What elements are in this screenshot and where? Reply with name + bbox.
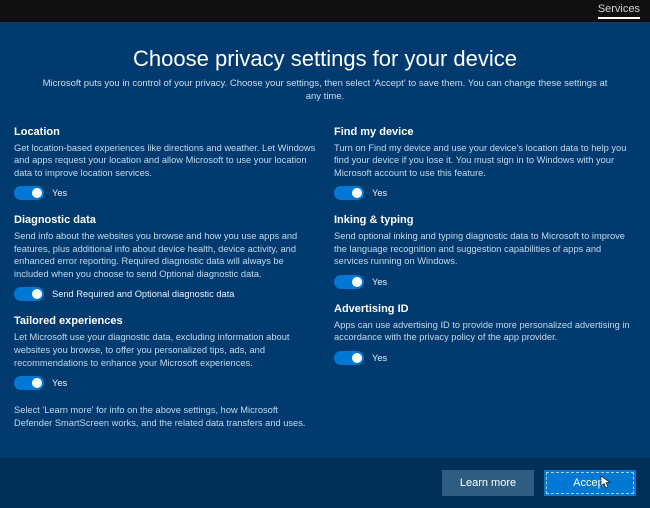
toggle-find-my-device[interactable] — [334, 186, 364, 200]
toggle-label: Yes — [372, 188, 387, 198]
footnote-text: Select 'Learn more' for info on the abov… — [14, 404, 316, 429]
topbar: Services — [0, 0, 650, 22]
toggle-knob — [32, 188, 42, 198]
toggle-tailored[interactable] — [14, 376, 44, 390]
toggle-label: Send Required and Optional diagnostic da… — [52, 289, 234, 299]
toggle-row: Yes — [334, 186, 636, 200]
setting-heading: Tailored experiences — [14, 315, 316, 327]
toggle-knob — [352, 353, 362, 363]
toggle-knob — [32, 378, 42, 388]
setting-heading: Location — [14, 126, 316, 138]
setting-diagnostic: Diagnostic data Send info about the webs… — [14, 214, 316, 301]
col-right: Find my device Turn on Find my device an… — [334, 126, 636, 430]
toggle-location[interactable] — [14, 186, 44, 200]
setting-find-my-device: Find my device Turn on Find my device an… — [334, 126, 636, 201]
toggle-knob — [32, 289, 42, 299]
toggle-knob — [352, 277, 362, 287]
toggle-row: Yes — [334, 275, 636, 289]
accept-button[interactable]: Accept — [544, 470, 636, 496]
setting-heading: Diagnostic data — [14, 214, 316, 226]
setting-heading: Find my device — [334, 126, 636, 138]
setting-desc: Let Microsoft use your diagnostic data, … — [14, 331, 316, 369]
toggle-row: Yes — [14, 186, 316, 200]
page-subtitle: Microsoft puts you in control of your pr… — [14, 78, 636, 104]
setting-heading: Advertising ID — [334, 303, 636, 315]
setting-desc: Apps can use advertising ID to provide m… — [334, 319, 636, 344]
col-left: Location Get location-based experiences … — [14, 126, 316, 430]
toggle-knob — [352, 188, 362, 198]
setting-advertising-id: Advertising ID Apps can use advertising … — [334, 303, 636, 365]
toggle-label: Yes — [372, 277, 387, 287]
toggle-label: Yes — [52, 378, 67, 388]
setting-desc: Get location-based experiences like dire… — [14, 142, 316, 180]
toggle-row: Yes — [334, 351, 636, 365]
page-title: Choose privacy settings for your device — [14, 46, 636, 72]
toggle-diagnostic[interactable] — [14, 287, 44, 301]
accept-button-label: Accept — [573, 477, 607, 489]
content-area: Choose privacy settings for your device … — [0, 22, 650, 508]
setting-heading: Inking & typing — [334, 214, 636, 226]
toggle-inking-typing[interactable] — [334, 275, 364, 289]
footer: Learn more Accept — [0, 458, 650, 508]
settings-columns: Location Get location-based experiences … — [14, 126, 636, 430]
oobe-privacy-window: Services Choose privacy settings for you… — [0, 0, 650, 508]
toggle-label: Yes — [372, 353, 387, 363]
toggle-advertising-id[interactable] — [334, 351, 364, 365]
toggle-label: Yes — [52, 188, 67, 198]
setting-desc: Send optional inking and typing diagnost… — [334, 230, 636, 268]
tab-services[interactable]: Services — [598, 3, 640, 19]
setting-desc: Send info about the websites you browse … — [14, 230, 316, 280]
setting-tailored: Tailored experiences Let Microsoft use y… — [14, 315, 316, 390]
setting-inking-typing: Inking & typing Send optional inking and… — [334, 214, 636, 289]
learn-more-button[interactable]: Learn more — [442, 470, 534, 496]
setting-location: Location Get location-based experiences … — [14, 126, 316, 201]
toggle-row: Yes — [14, 376, 316, 390]
toggle-row: Send Required and Optional diagnostic da… — [14, 287, 316, 301]
setting-desc: Turn on Find my device and use your devi… — [334, 142, 636, 180]
